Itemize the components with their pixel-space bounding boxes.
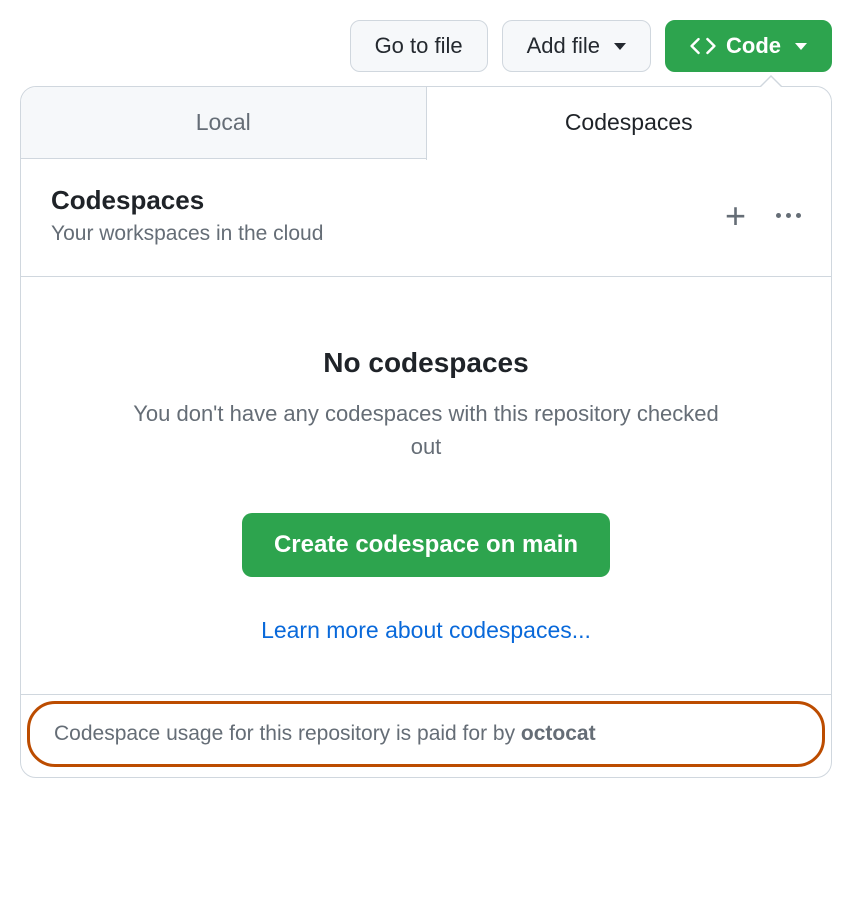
plus-icon: + (725, 198, 746, 234)
codespaces-header: Codespaces Your workspaces in the cloud … (21, 159, 831, 277)
go-to-file-label: Go to file (375, 33, 463, 59)
learn-more-link[interactable]: Learn more about codespaces... (61, 617, 791, 644)
codespaces-header-actions: + (725, 198, 801, 234)
create-codespace-button[interactable]: Create codespace on main (242, 513, 610, 577)
tab-local[interactable]: Local (21, 87, 426, 158)
code-button[interactable]: Code (665, 20, 832, 72)
go-to-file-button[interactable]: Go to file (350, 20, 488, 72)
tab-codespaces[interactable]: Codespaces (426, 87, 832, 160)
clone-tabs: Local Codespaces (21, 87, 831, 159)
footer-wrap: Codespace usage for this repository is p… (21, 695, 831, 777)
codespace-options-button[interactable] (776, 213, 801, 218)
tab-codespaces-label: Codespaces (565, 109, 693, 135)
add-file-button[interactable]: Add file (502, 20, 651, 72)
kebab-icon (776, 213, 801, 218)
empty-state: No codespaces You don't have any codespa… (21, 277, 831, 694)
codespaces-title: Codespaces (51, 185, 323, 216)
tab-local-label: Local (196, 109, 251, 135)
empty-heading: No codespaces (61, 347, 791, 379)
code-icon (690, 33, 716, 59)
code-dropdown-panel: Local Codespaces Codespaces Your workspa… (20, 86, 832, 778)
add-file-label: Add file (527, 33, 600, 59)
empty-description: You don't have any codespaces with this … (61, 397, 791, 463)
code-label: Code (726, 33, 781, 59)
usage-paid-note: Codespace usage for this repository is p… (27, 701, 825, 767)
codespaces-subtitle: Your workspaces in the cloud (51, 222, 323, 246)
repo-toolbar: Go to file Add file Code (20, 20, 832, 72)
codespaces-header-text: Codespaces Your workspaces in the cloud (51, 185, 323, 246)
usage-payer: octocat (521, 722, 596, 745)
caret-down-icon (795, 43, 807, 50)
new-codespace-button[interactable]: + (725, 198, 746, 234)
caret-down-icon (614, 43, 626, 50)
create-codespace-label: Create codespace on main (274, 531, 578, 558)
usage-prefix: Codespace usage for this repository is p… (54, 722, 521, 745)
learn-more-label: Learn more about codespaces... (261, 617, 591, 643)
